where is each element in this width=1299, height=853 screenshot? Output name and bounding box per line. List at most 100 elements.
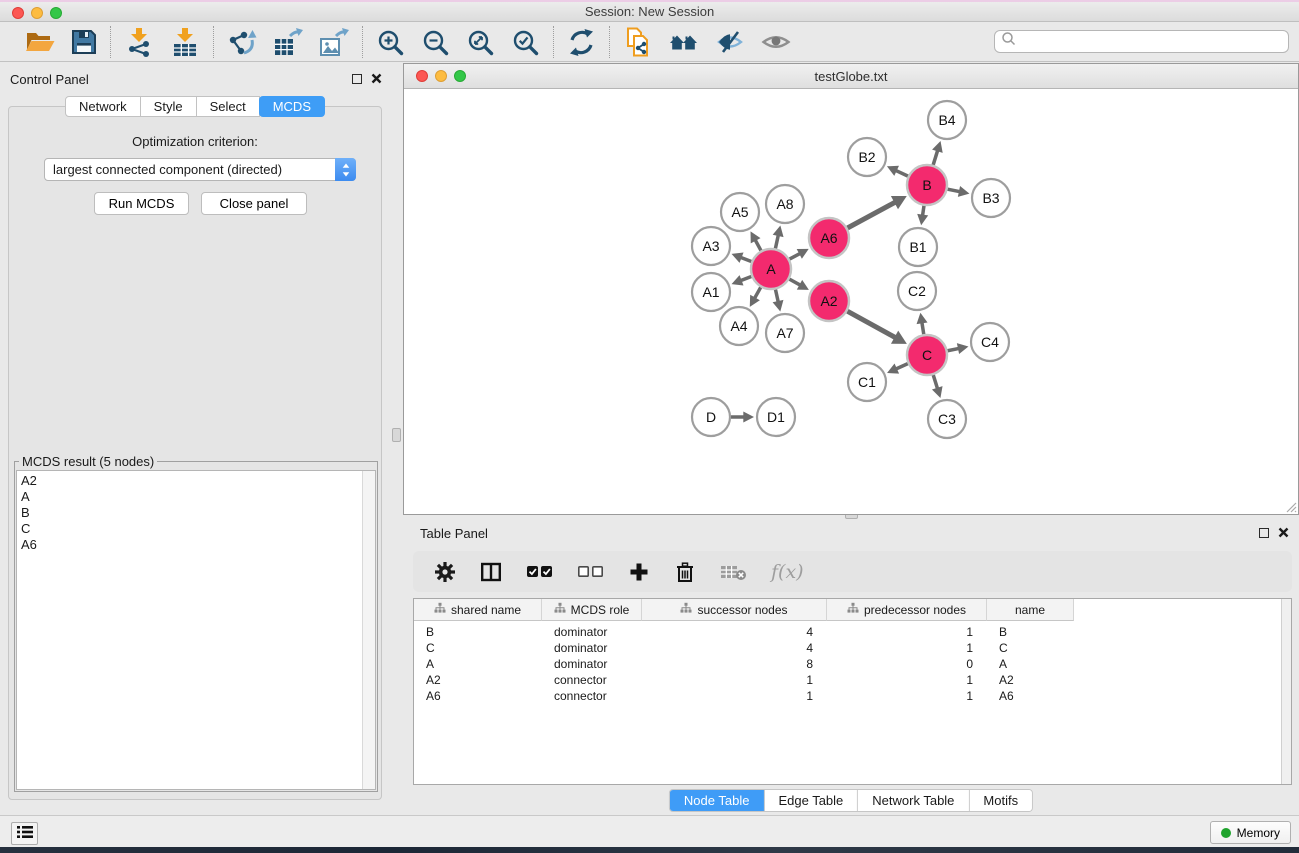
column-header-successor-nodes[interactable]: successor nodes [642, 599, 827, 621]
export-network-icon [227, 27, 257, 57]
refresh-button[interactable] [567, 28, 596, 57]
column-header-predecessor-nodes[interactable]: predecessor nodes [827, 599, 987, 621]
mcds-result-item[interactable]: B [17, 505, 375, 521]
export-table-button[interactable] [273, 27, 303, 57]
graph-node-C2[interactable]: C2 [898, 272, 936, 310]
table-row[interactable]: A6connector11A6 [414, 688, 1291, 704]
graph-node-C4[interactable]: C4 [971, 323, 1009, 361]
toggle-visibility-button[interactable] [715, 30, 745, 54]
float-panel-icon[interactable] [352, 74, 362, 84]
network-zoom-icon[interactable] [454, 70, 466, 82]
gear-button[interactable] [434, 561, 456, 583]
add-column-button[interactable] [628, 561, 650, 583]
network-minimize-icon[interactable] [435, 70, 447, 82]
table-scrollbar[interactable] [1281, 599, 1291, 784]
save-floppy-button[interactable] [71, 29, 97, 55]
graph-node-B2[interactable]: B2 [848, 138, 886, 176]
tab-motifs[interactable]: Motifs [969, 790, 1032, 811]
tab-select[interactable]: Select [196, 96, 260, 117]
tab-edge-table[interactable]: Edge Table [764, 790, 858, 811]
table-row[interactable]: A2connector11A2 [414, 672, 1291, 688]
sort-icon [847, 602, 859, 617]
open-folder-button[interactable] [25, 29, 55, 55]
table-row[interactable]: Adominator80A [414, 656, 1291, 672]
network-graph[interactable]: B4 B2 B B3 A5A8A6 B1 A3 A A1 C2 A2 A4A7 C4 C C1 D D1 C3 [404, 89, 1298, 514]
graph-node-A1[interactable]: A1 [692, 273, 730, 311]
memory-button[interactable]: Memory [1210, 821, 1291, 844]
tab-node-table[interactable]: Node Table [670, 790, 765, 811]
tab-style[interactable]: Style [140, 96, 197, 117]
graph-node-B1[interactable]: B1 [899, 228, 937, 266]
close-panel-button[interactable]: Close panel [201, 192, 307, 215]
resize-grip-icon[interactable] [1284, 500, 1297, 513]
zoom-window-icon[interactable] [50, 7, 62, 19]
node-table[interactable]: shared nameMCDS rolesuccessor nodesprede… [413, 598, 1292, 785]
mcds-result-item[interactable]: A6 [17, 537, 375, 553]
network-window-titlebar[interactable]: testGlobe.txt [404, 64, 1298, 89]
zoom-out-button[interactable] [421, 28, 450, 57]
cell-shared-name: A6 [414, 688, 542, 704]
minimize-window-icon[interactable] [31, 7, 43, 19]
graph-node-A3[interactable]: A3 [692, 227, 730, 265]
select-all-button[interactable] [526, 563, 553, 580]
graph-node-B[interactable]: B [907, 165, 947, 205]
mcds-result-item[interactable]: A2 [17, 473, 375, 489]
search-input[interactable] [1021, 33, 1288, 51]
column-header-mcds-role[interactable]: MCDS role [542, 599, 642, 621]
search-icon [1001, 31, 1017, 52]
import-network-button[interactable] [124, 27, 154, 57]
cell-name: C [987, 640, 1074, 656]
split-columns-button[interactable] [480, 561, 502, 583]
tab-network-table[interactable]: Network Table [858, 790, 969, 811]
column-header-name[interactable]: name [987, 599, 1074, 621]
table-row[interactable]: Bdominator41B [414, 624, 1291, 640]
delete-column-button[interactable] [674, 561, 696, 583]
graph-node-A8[interactable]: A8 [766, 185, 804, 223]
export-network-button[interactable] [227, 27, 257, 57]
optimization-criterion-select[interactable]: largest connected component (directed) [44, 158, 356, 181]
network-window-title: testGlobe.txt [404, 64, 1298, 89]
graph-node-A5[interactable]: A5 [721, 193, 759, 231]
graph-node-A2[interactable]: A2 [809, 281, 849, 321]
graph-node-A4[interactable]: A4 [720, 307, 758, 345]
task-history-button[interactable] [11, 822, 38, 845]
import-table-button[interactable] [170, 27, 200, 57]
graph-node-D[interactable]: D [692, 398, 730, 436]
table-row[interactable]: Cdominator41C [414, 640, 1291, 656]
graph-node-B3[interactable]: B3 [972, 179, 1010, 217]
graph-node-C3[interactable]: C3 [928, 400, 966, 438]
mcds-result-item[interactable]: C [17, 521, 375, 537]
graph-node-A6[interactable]: A6 [809, 218, 849, 258]
optimization-criterion-label: Optimization criterion: [9, 134, 381, 149]
close-window-icon[interactable] [12, 7, 24, 19]
mcds-result-item[interactable]: A [17, 489, 375, 505]
close-panel-icon[interactable] [371, 73, 382, 84]
home-view-button[interactable] [669, 30, 699, 54]
tab-network[interactable]: Network [65, 96, 141, 117]
export-image-button[interactable] [319, 27, 349, 57]
graph-node-D1[interactable]: D1 [757, 398, 795, 436]
cell-name: A2 [987, 672, 1074, 688]
show-all-button[interactable] [761, 31, 791, 53]
graph-node-C[interactable]: C [907, 335, 947, 375]
deselect-all-button[interactable] [577, 563, 604, 580]
graph-node-C1[interactable]: C1 [848, 363, 886, 401]
cell-predecessor-nodes: 1 [827, 624, 987, 640]
mcds-result-list[interactable]: A2ABCA6 [16, 470, 376, 790]
zoom-selected-button[interactable] [511, 28, 540, 57]
run-mcds-button[interactable]: Run MCDS [94, 192, 189, 215]
graph-node-A[interactable]: A [751, 249, 791, 289]
zoom-fit-button[interactable] [466, 28, 495, 57]
column-header-shared-name[interactable]: shared name [414, 599, 542, 621]
graph-node-A7[interactable]: A7 [766, 314, 804, 352]
graph-node-B4[interactable]: B4 [928, 101, 966, 139]
zoom-in-icon [376, 28, 405, 57]
copy-network-button[interactable] [623, 27, 653, 57]
network-close-icon[interactable] [416, 70, 428, 82]
mcds-list-scrollbar[interactable] [362, 471, 375, 789]
tab-mcds[interactable]: MCDS [259, 96, 325, 117]
zoom-in-button[interactable] [376, 28, 405, 57]
close-table-panel-icon[interactable] [1278, 527, 1289, 538]
vertical-splitter-handle[interactable] [392, 428, 401, 442]
float-table-panel-icon[interactable] [1259, 528, 1269, 538]
